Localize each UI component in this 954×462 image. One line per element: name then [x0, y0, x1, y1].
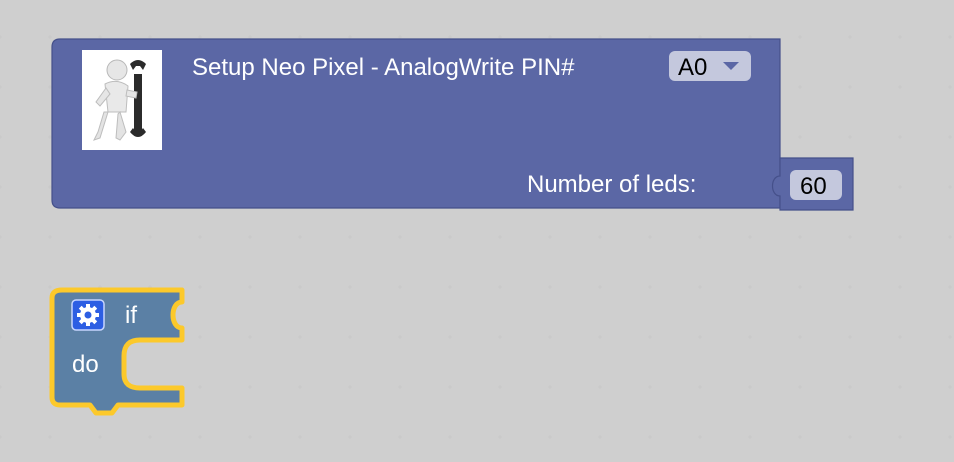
leds-number-value: 60: [800, 173, 827, 200]
setup-block-title: Setup Neo Pixel - AnalogWrite PIN#: [192, 54, 575, 81]
do-label: do: [72, 351, 99, 378]
leds-number-field[interactable]: 60: [790, 170, 842, 200]
leds-label: Number of leds:: [527, 171, 696, 198]
setup-neopixel-block[interactable]: Setup Neo Pixel - AnalogWrite PIN# A0 Nu…: [51, 38, 854, 211]
if-block[interactable]: if do: [49, 287, 185, 416]
gear-icon: [77, 304, 99, 326]
pin-dropdown[interactable]: A0: [669, 51, 751, 81]
pin-dropdown-value: A0: [678, 54, 707, 81]
blockly-workspace[interactable]: Setup Neo Pixel - AnalogWrite PIN# A0 Nu…: [0, 0, 954, 462]
mutator-gear-button[interactable]: [71, 299, 105, 331]
man-with-wrench-icon: [82, 50, 162, 150]
if-label: if: [125, 302, 137, 329]
